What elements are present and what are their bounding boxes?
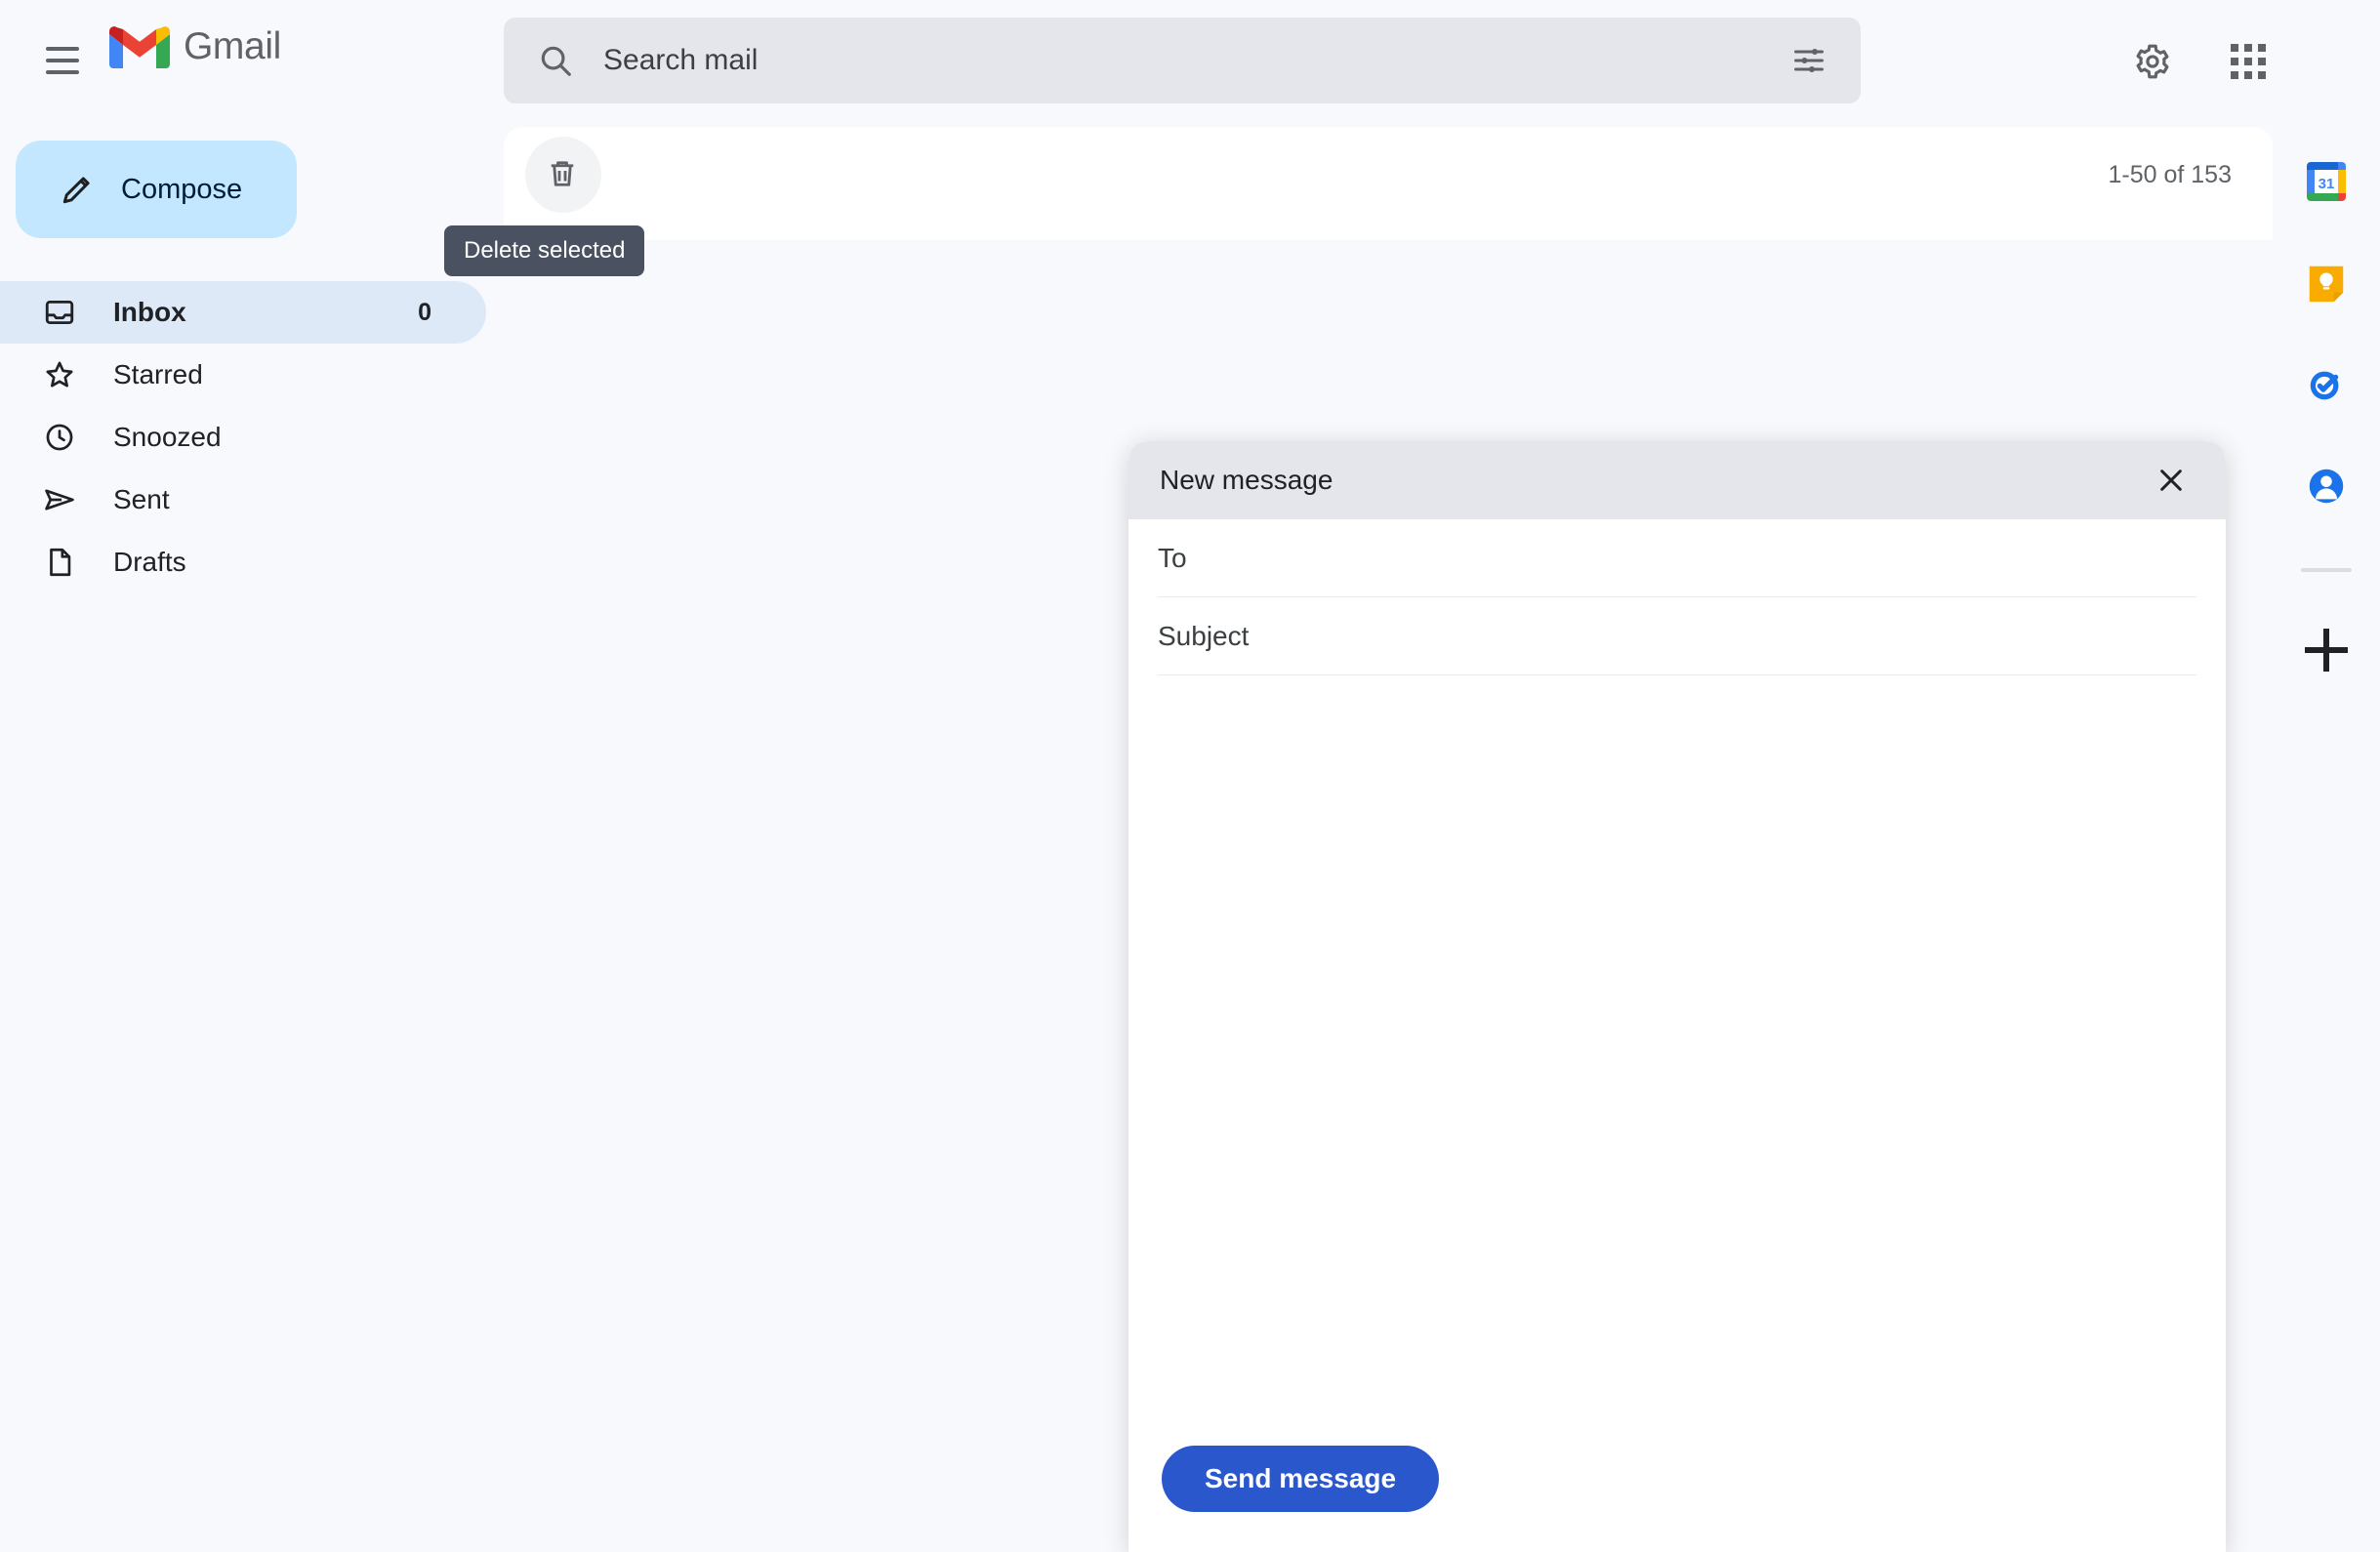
apps-grid-icon[interactable]	[2218, 31, 2278, 92]
sidebar-nav-list: Inbox 0 Starred Snoozed Sent Drafts	[0, 281, 488, 593]
side-panel-divider	[2301, 568, 2352, 572]
hamburger-menu-icon[interactable]	[37, 35, 88, 86]
svg-text:31: 31	[2318, 176, 2335, 192]
star-icon	[41, 356, 78, 393]
right-side-panel: 31	[2273, 121, 2380, 1552]
gmail-brand[interactable]: Gmail	[109, 23, 281, 70]
hamburger-bar	[46, 59, 79, 62]
gmail-logo-icon	[109, 23, 170, 70]
sidebar-item-starred[interactable]: Starred	[0, 344, 488, 406]
mail-list-area	[504, 223, 2273, 240]
to-field[interactable]	[1158, 542, 2196, 574]
search-input[interactable]	[603, 44, 1779, 77]
drafts-icon	[41, 544, 78, 581]
top-header: Gmail	[0, 0, 2380, 121]
plus-icon[interactable]	[2305, 629, 2348, 672]
compose-dialog: New message Send message	[1128, 441, 2226, 1552]
compose-label: Compose	[121, 173, 243, 205]
sidebar-item-drafts[interactable]: Drafts	[0, 531, 488, 593]
google-calendar-icon[interactable]: 31	[2301, 156, 2352, 207]
search-bar[interactable]	[504, 18, 1861, 103]
tune-filter-icon[interactable]	[1779, 30, 1839, 91]
close-icon[interactable]	[2148, 457, 2195, 504]
pencil-icon	[59, 171, 96, 208]
inbox-count-badge: 0	[418, 298, 431, 326]
compose-dialog-title: New message	[1160, 465, 1334, 495]
compose-button[interactable]: Compose	[16, 141, 297, 238]
sidebar-item-label: Starred	[113, 359, 203, 389]
compose-dialog-footer: Send message	[1128, 1406, 2226, 1552]
sidebar-item-snoozed[interactable]: Snoozed	[0, 406, 488, 469]
sidebar-item-inbox[interactable]: Inbox 0	[0, 281, 486, 344]
message-body-field[interactable]	[1158, 689, 2196, 1406]
compose-to-row[interactable]	[1158, 519, 2196, 597]
inbox-icon	[41, 294, 78, 331]
brand-label: Gmail	[184, 25, 281, 67]
search-icon	[537, 42, 574, 79]
google-tasks-icon[interactable]	[2301, 359, 2352, 410]
hamburger-bar	[46, 47, 79, 51]
apps-grid-dots	[2231, 44, 2266, 79]
sidebar-item-label: Inbox	[113, 297, 186, 327]
send-message-button[interactable]: Send message	[1162, 1446, 1440, 1512]
clock-icon	[41, 419, 78, 456]
delete-selected-button[interactable]	[525, 137, 601, 213]
sidebar-item-label: Drafts	[113, 547, 186, 577]
gear-icon[interactable]	[2122, 31, 2183, 92]
google-contacts-icon[interactable]	[2301, 461, 2352, 511]
left-sidebar: Compose Inbox 0 Starred Snoozed Sent Dra…	[0, 121, 488, 1552]
trash-icon	[545, 156, 582, 193]
google-keep-icon[interactable]	[2301, 258, 2352, 308]
sidebar-item-label: Snoozed	[113, 422, 222, 452]
pagination-range: 1-50 of 153	[2108, 160, 2233, 188]
subject-field[interactable]	[1158, 620, 2196, 652]
mail-list-toolbar: 1-50 of 153	[504, 127, 2273, 223]
send-icon	[41, 481, 78, 518]
delete-selected-tooltip: Delete selected	[444, 225, 645, 276]
sidebar-item-sent[interactable]: Sent	[0, 469, 488, 531]
sidebar-item-label: Sent	[113, 484, 170, 514]
hamburger-bar	[46, 70, 79, 74]
compose-subject-row[interactable]	[1158, 597, 2196, 675]
compose-dialog-header: New message	[1128, 441, 2226, 519]
